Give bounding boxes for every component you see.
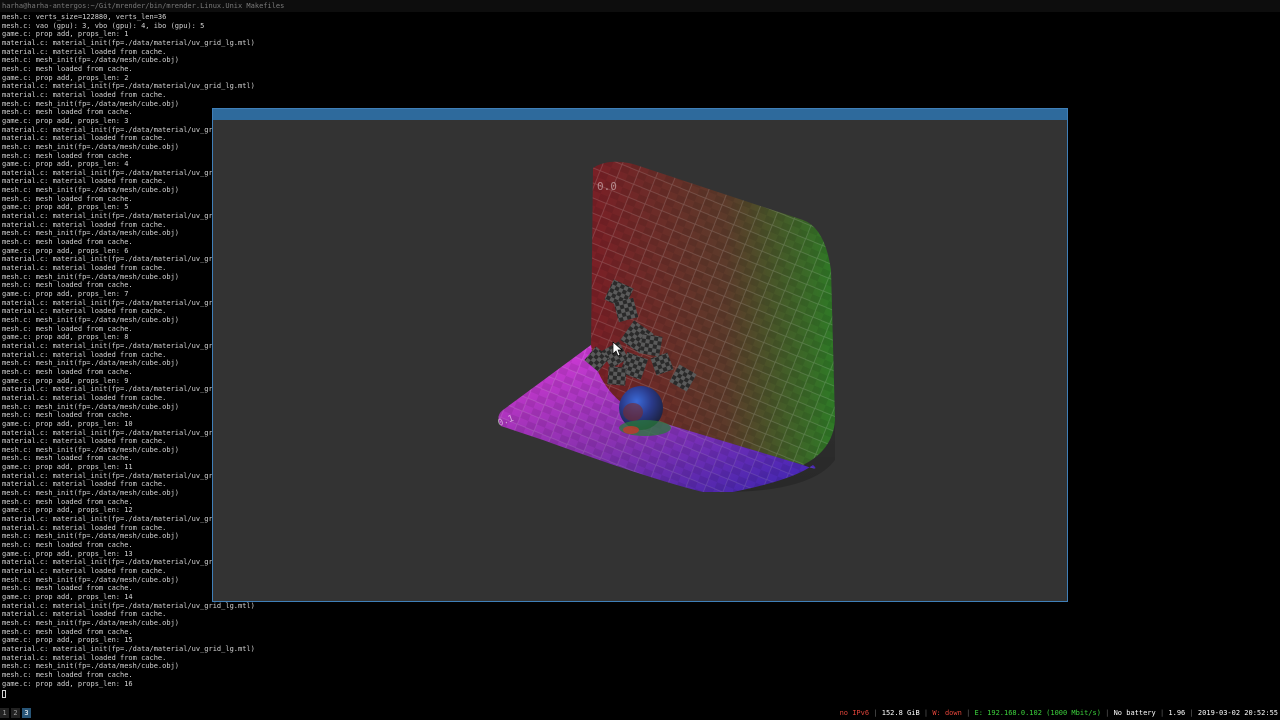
terminal-line: material.c: material_init(fp=./data/mate… [2, 644, 255, 653]
scene-canvas[interactable]: 0.0 0.1 [213, 120, 1067, 601]
workspace-button-1[interactable]: 1 [0, 708, 9, 718]
terminal-line: game.c: prop add, props_len: 2 [2, 73, 129, 82]
terminal-line: mesh.c: mesh_init(fp=./data/mesh/cube.ob… [2, 99, 180, 108]
battery-status: No battery [1113, 709, 1156, 717]
terminal-title-bar[interactable]: harha@harha-antergos:~/Git/mrender/bin/m… [0, 0, 1280, 12]
cube [607, 366, 627, 386]
terminal-line: material.c: material_init(fp=./data/mate… [2, 38, 255, 47]
terminal-line: game.c: prop add, props_len: 1 [2, 30, 129, 39]
terminal-line: material.c: material loaded from cache. [2, 610, 167, 619]
ethernet-status: E: 192.168.0.102 (1000 Mbit/s) [974, 709, 1101, 717]
desktop: harha@harha-antergos:~/Git/mrender/bin/m… [0, 0, 1280, 720]
terminal-title: harha@harha-antergos:~/Git/mrender/bin/m… [2, 2, 285, 10]
status-blocks: no IPv6 | 152.8 GiB | W: down | E: 192.1… [839, 709, 1278, 717]
terminal-line: mesh.c: mesh_init(fp=./data/mesh/cube.ob… [2, 618, 180, 627]
disk-status: 152.8 GiB [881, 709, 920, 717]
terminal-line: material.c: material loaded from cache. [2, 653, 167, 662]
cube [639, 333, 663, 357]
terminal-line: mesh.c: mesh loaded from cache. [2, 64, 133, 73]
render-window-title-bar[interactable] [213, 109, 1067, 120]
terminal-line: mesh.c: mesh loaded from cache. [2, 670, 133, 679]
status-bar: 1 2 3 no IPv6 | 152.8 GiB | W: down | E:… [0, 706, 1280, 720]
terminal-line: mesh.c: mesh_init(fp=./data/mesh/cube.ob… [2, 56, 180, 65]
terminal-line: mesh.c: vao (gpu): 3, vbo (gpu): 4, ibo … [2, 21, 205, 30]
terminal-line: material.c: material loaded from cache. [2, 47, 167, 56]
sphere-patch [623, 403, 643, 421]
terminal-line: material.c: material_init(fp=./data/mate… [2, 82, 255, 91]
render-viewport[interactable]: 0.0 0.1 [213, 120, 1067, 601]
sphere-base-accent [623, 426, 639, 434]
terminal-line: mesh.c: mesh loaded from cache. [2, 627, 133, 636]
terminal-line: material.c: material loaded from cache. [2, 90, 167, 99]
terminal-cursor [2, 690, 6, 698]
ipv6-status: no IPv6 [839, 709, 870, 717]
terminal-line: mesh.c: mesh_init(fp=./data/mesh/cube.ob… [2, 662, 180, 671]
terminal-line: mesh.c: verts_size=122880, verts_len=36 [2, 13, 167, 21]
render-window[interactable]: 0.0 0.1 [212, 108, 1068, 602]
workspace-button-2[interactable]: 2 [11, 708, 20, 718]
wireless-status: W: down [932, 709, 962, 717]
workspace-button-3[interactable]: 3 [22, 708, 31, 718]
clock: 2019-03-02 20:52:55 [1197, 709, 1278, 717]
terminal-line: game.c: prop add, props_len: 16 [2, 679, 133, 688]
uv-label-back: 0.0 [597, 180, 617, 193]
load-status: 1.96 [1168, 709, 1186, 717]
terminal-line: material.c: material_init(fp=./data/mate… [2, 601, 255, 610]
terminal-line: game.c: prop add, props_len: 15 [2, 636, 133, 645]
